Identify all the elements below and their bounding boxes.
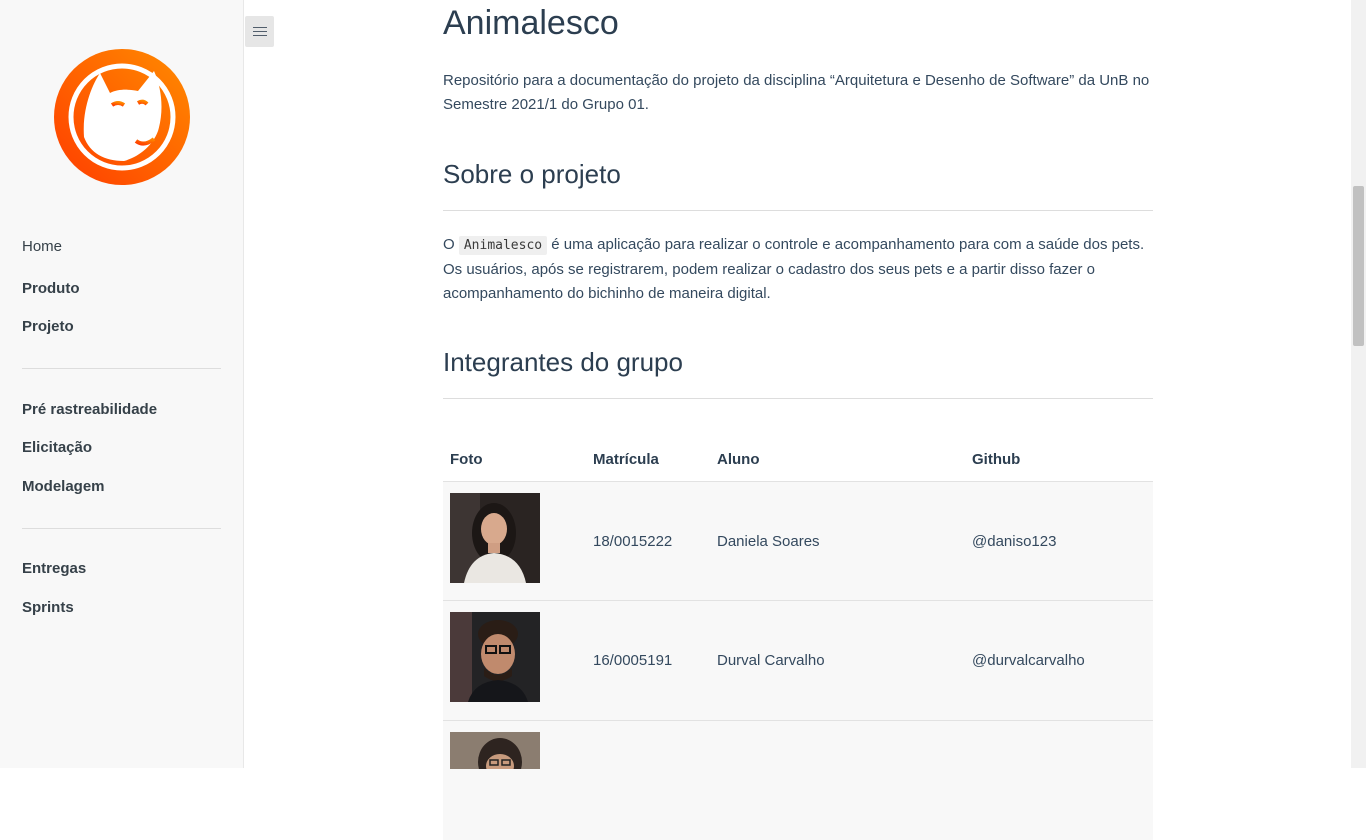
sidebar-item-elicitacao[interactable]: Elicitação bbox=[22, 439, 92, 456]
sidebar-item-entregas[interactable]: Entregas bbox=[22, 560, 86, 577]
sidebar-item-sprints[interactable]: Sprints bbox=[22, 599, 74, 616]
column-header-aluno: Aluno bbox=[717, 451, 760, 468]
column-header-matricula: Matrícula bbox=[593, 451, 659, 468]
about-text-after: é uma aplicação para realizar o controle… bbox=[443, 236, 1145, 302]
column-header-foto: Foto bbox=[450, 451, 483, 468]
intro-paragraph: Repositório para a documentação do proje… bbox=[443, 72, 1150, 113]
sidebar-item-modelagem[interactable]: Modelagem bbox=[22, 478, 105, 495]
scrollbar-track[interactable] bbox=[1351, 0, 1366, 768]
about-paragraph: O Animalesco é uma aplicação para realiz… bbox=[443, 233, 1153, 306]
sidebar-item-projeto[interactable]: Projeto bbox=[22, 318, 74, 335]
page-title: Animalesco bbox=[443, 4, 619, 42]
sidebar-item-produto[interactable]: Produto bbox=[22, 280, 80, 297]
member-photo bbox=[450, 732, 540, 769]
member-github: @daniso123 bbox=[972, 533, 1057, 550]
about-divider bbox=[443, 210, 1153, 211]
table-row: 16/0005191 Durval Carvalho @durvalcarval… bbox=[443, 600, 1153, 720]
members-heading: Integrantes do grupo bbox=[443, 347, 683, 377]
member-matricula: 18/0015222 bbox=[593, 533, 673, 550]
sidebar-toggle-button[interactable] bbox=[245, 16, 274, 47]
sidebar: Home Produto Projeto Pré rastreabilidade… bbox=[0, 0, 244, 768]
hamburger-line bbox=[253, 31, 267, 32]
member-name: Durval Carvalho bbox=[717, 652, 825, 669]
avatar-photo-icon bbox=[450, 493, 540, 583]
member-name: Daniela Soares bbox=[717, 533, 820, 550]
column-header-github: Github bbox=[972, 451, 1021, 468]
project-name-code: Animalesco bbox=[458, 236, 548, 255]
member-photo bbox=[450, 493, 540, 583]
scrollbar-thumb[interactable] bbox=[1353, 186, 1364, 346]
sidebar-item-pre-rastreabilidade[interactable]: Pré rastreabilidade bbox=[22, 401, 157, 418]
animalesco-logo[interactable] bbox=[54, 49, 190, 185]
table-row bbox=[443, 720, 1153, 840]
avatar-photo-icon bbox=[450, 732, 540, 769]
members-divider bbox=[443, 398, 1153, 399]
about-heading: Sobre o projeto bbox=[443, 159, 621, 189]
table-row: 18/0015222 Daniela Soares @daniso123 bbox=[443, 481, 1153, 601]
about-text-before: O bbox=[443, 236, 459, 253]
avatar-photo-icon bbox=[450, 612, 540, 702]
sidebar-item-home[interactable]: Home bbox=[22, 238, 62, 255]
sidebar-divider bbox=[22, 368, 221, 369]
cat-logo-icon bbox=[54, 49, 190, 185]
member-github: @durvalcarvalho bbox=[972, 652, 1085, 669]
sidebar-divider bbox=[22, 528, 221, 529]
member-matricula: 16/0005191 bbox=[593, 652, 673, 669]
hamburger-menu-icon bbox=[253, 27, 267, 28]
member-photo bbox=[450, 612, 540, 702]
hamburger-line bbox=[253, 35, 267, 36]
